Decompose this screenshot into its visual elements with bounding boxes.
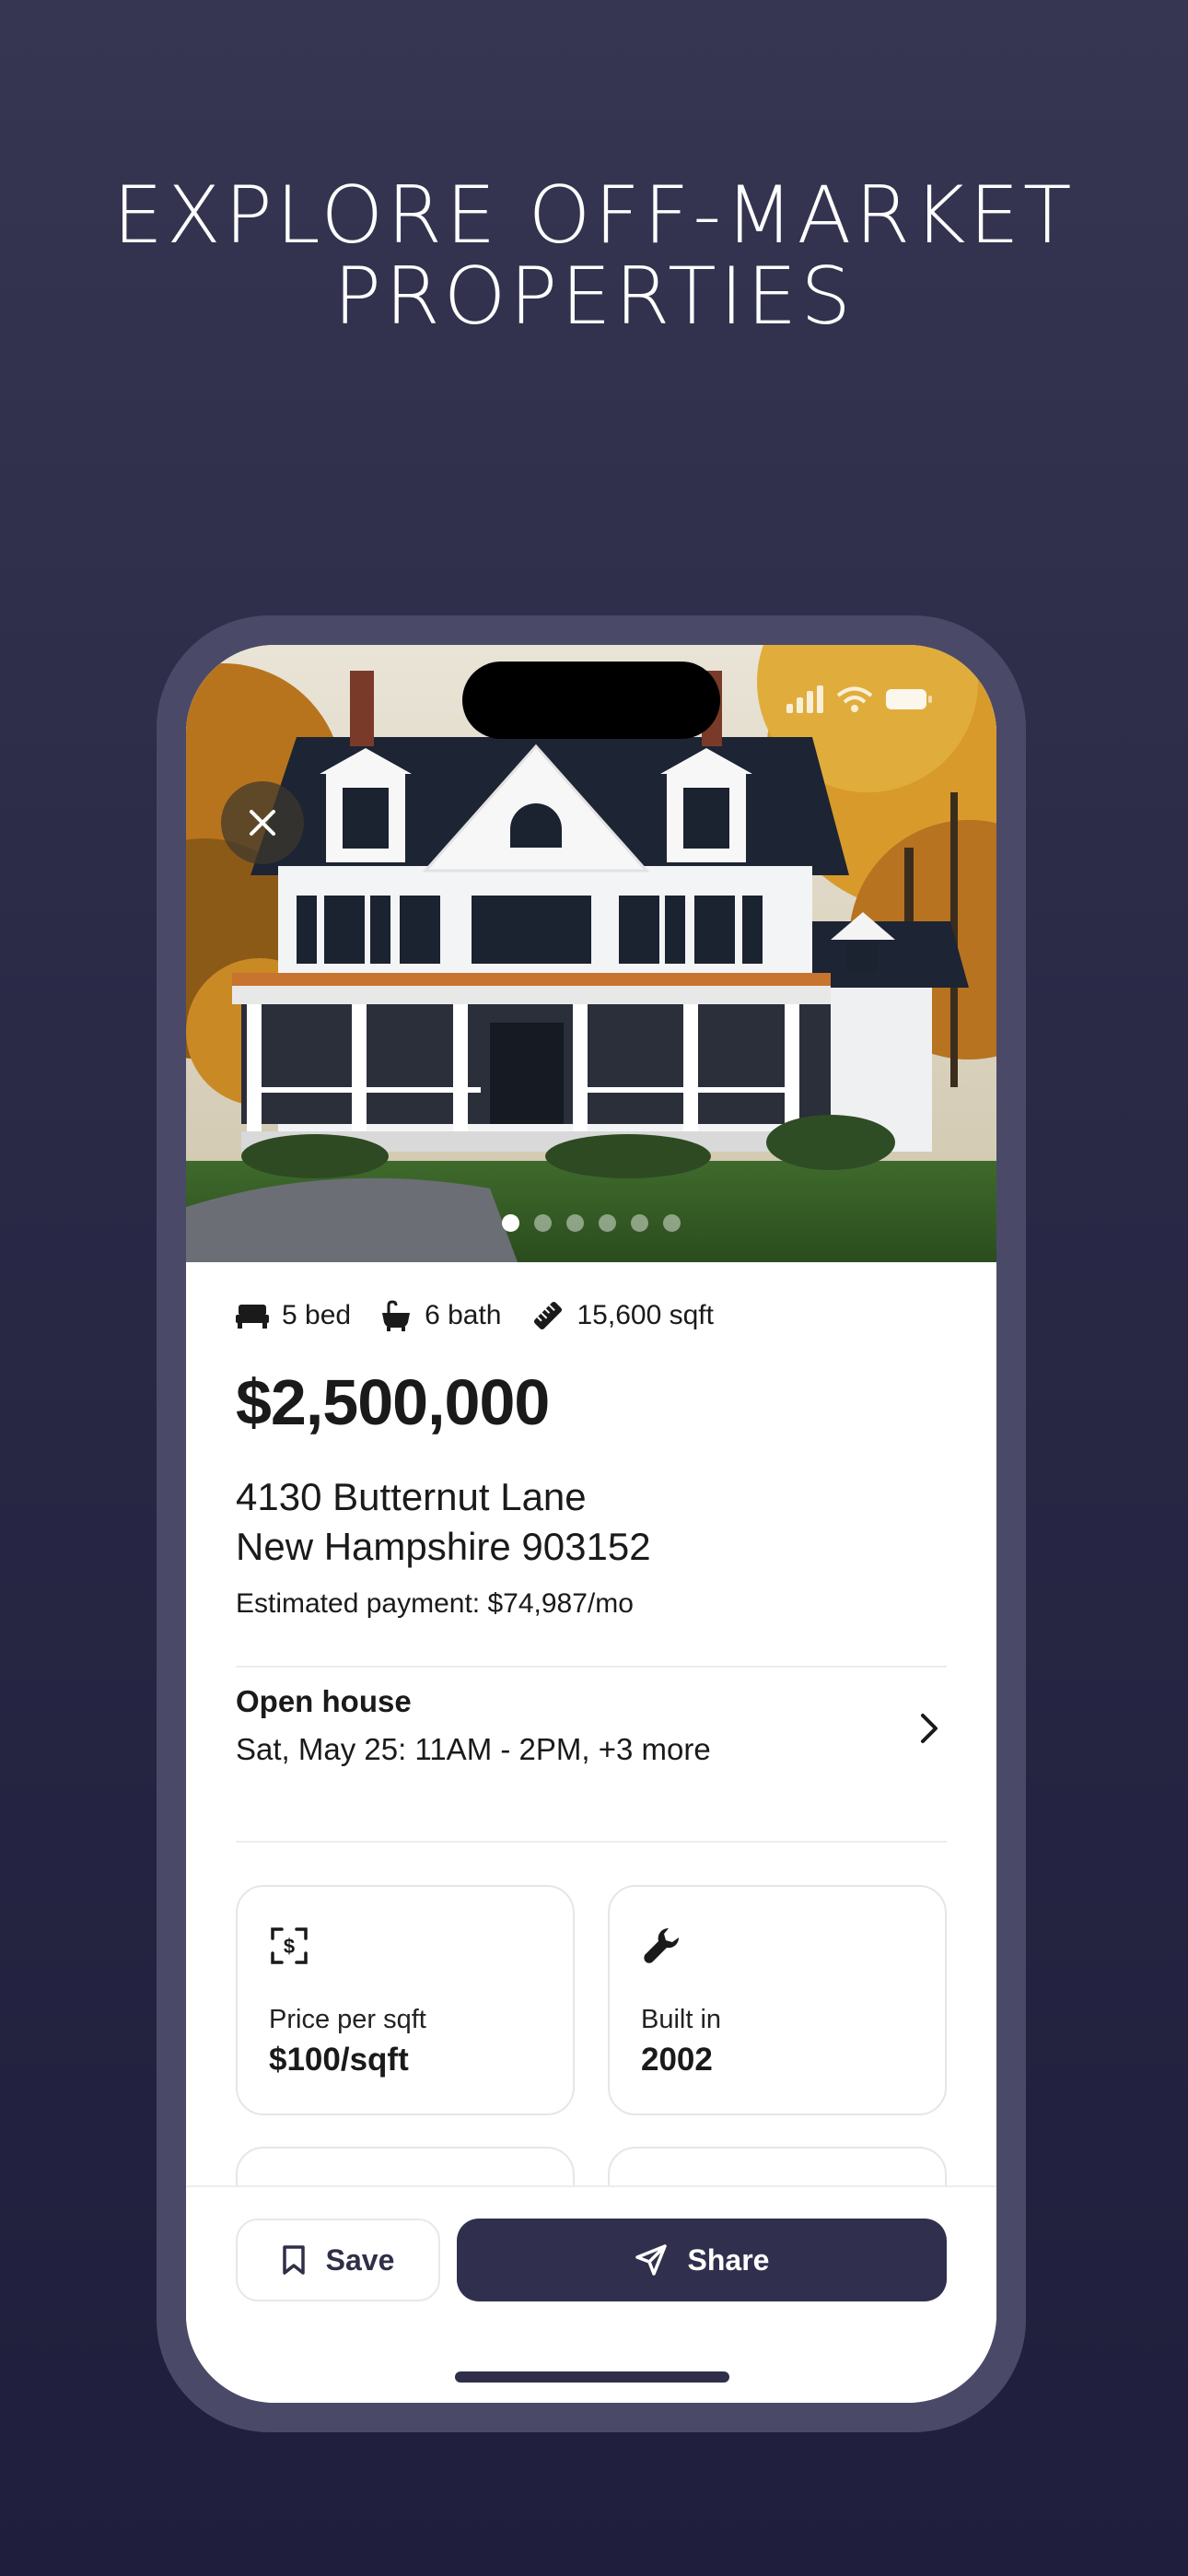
ruler-icon [533, 1301, 562, 1330]
area-spec: 15,600 sqft [531, 1299, 714, 1332]
chevron-right-icon [921, 1714, 938, 1743]
pagination-dot[interactable] [534, 1214, 552, 1232]
beds-spec: 5 bed [236, 1300, 351, 1331]
bookmark-icon [282, 2245, 305, 2275]
battery-icon [886, 689, 932, 709]
save-label: Save [325, 2242, 395, 2277]
pagination-dot[interactable] [599, 1214, 616, 1232]
signal-icon [786, 685, 823, 713]
area-label: 15,600 sqft [577, 1300, 714, 1330]
headline-line-1: EXPLORE OFF-MARKET [112, 170, 1076, 262]
home-indicator[interactable] [455, 2371, 729, 2383]
pagination-dot[interactable] [631, 1214, 648, 1232]
card-label: Built in [641, 2005, 722, 2034]
card-value: 2002 [641, 2042, 713, 2078]
close-icon [250, 810, 275, 836]
open-house-title: Open house [236, 1684, 412, 1718]
bottom-action-bar: Save Share [186, 2185, 996, 2403]
divider [236, 1841, 947, 1843]
address-line-2: New Hampshire 903152 [236, 1525, 651, 1568]
dynamic-island [462, 662, 720, 739]
svg-text:$: $ [284, 1935, 295, 1958]
share-button[interactable]: Share [457, 2219, 947, 2301]
listing-address: 4130 Butternut Lane New Hampshire 903152 [236, 1472, 651, 1572]
dollar-scan-icon: $ [271, 1927, 308, 1964]
listing-price: $2,500,000 [236, 1366, 550, 1438]
card-value: $100/sqft [269, 2042, 409, 2078]
share-label: Share [687, 2242, 770, 2277]
built-in-card[interactable]: Built in 2002 [608, 1885, 947, 2115]
property-photo[interactable] [186, 645, 996, 1262]
open-house-time: Sat, May 25: 11AM - 2PM, +3 more [236, 1732, 711, 1766]
send-icon [635, 2244, 667, 2276]
bathtub-icon [382, 1300, 411, 1331]
page-headline: EXPLORE OFF-MARKET PROPERTIES [0, 175, 1188, 337]
bed-icon [236, 1305, 269, 1329]
phone-screen: 5 bed 6 bath 15,600 sqft $2,500,000 4130… [186, 645, 996, 2403]
status-bar-icons [786, 685, 932, 713]
photo-pagination[interactable] [186, 1214, 996, 1232]
save-button[interactable]: Save [236, 2219, 440, 2301]
close-button[interactable] [221, 781, 304, 864]
estimated-payment: Estimated payment: $74,987/mo [236, 1588, 634, 1619]
open-house-row[interactable]: Open house Sat, May 25: 11AM - 2PM, +3 m… [236, 1666, 947, 1797]
listing-specs: 5 bed 6 bath 15,600 sqft [236, 1299, 743, 1332]
pagination-dot[interactable] [566, 1214, 584, 1232]
phone-frame: 5 bed 6 bath 15,600 sqft $2,500,000 4130… [157, 615, 1026, 2432]
pagination-dot[interactable] [663, 1214, 681, 1232]
card-label: Price per sqft [269, 2005, 426, 2034]
baths-spec: 6 bath [380, 1300, 502, 1331]
headline-line-2: PROPERTIES [333, 251, 855, 343]
price-per-sqft-card[interactable]: $ Price per sqft $100/sqft [236, 1885, 575, 2115]
pagination-dot[interactable] [502, 1214, 519, 1232]
baths-label: 6 bath [425, 1300, 502, 1330]
beds-label: 5 bed [282, 1300, 352, 1330]
wifi-icon [836, 686, 873, 712]
address-line-1: 4130 Butternut Lane [236, 1475, 587, 1518]
wrench-icon [644, 1927, 680, 1963]
